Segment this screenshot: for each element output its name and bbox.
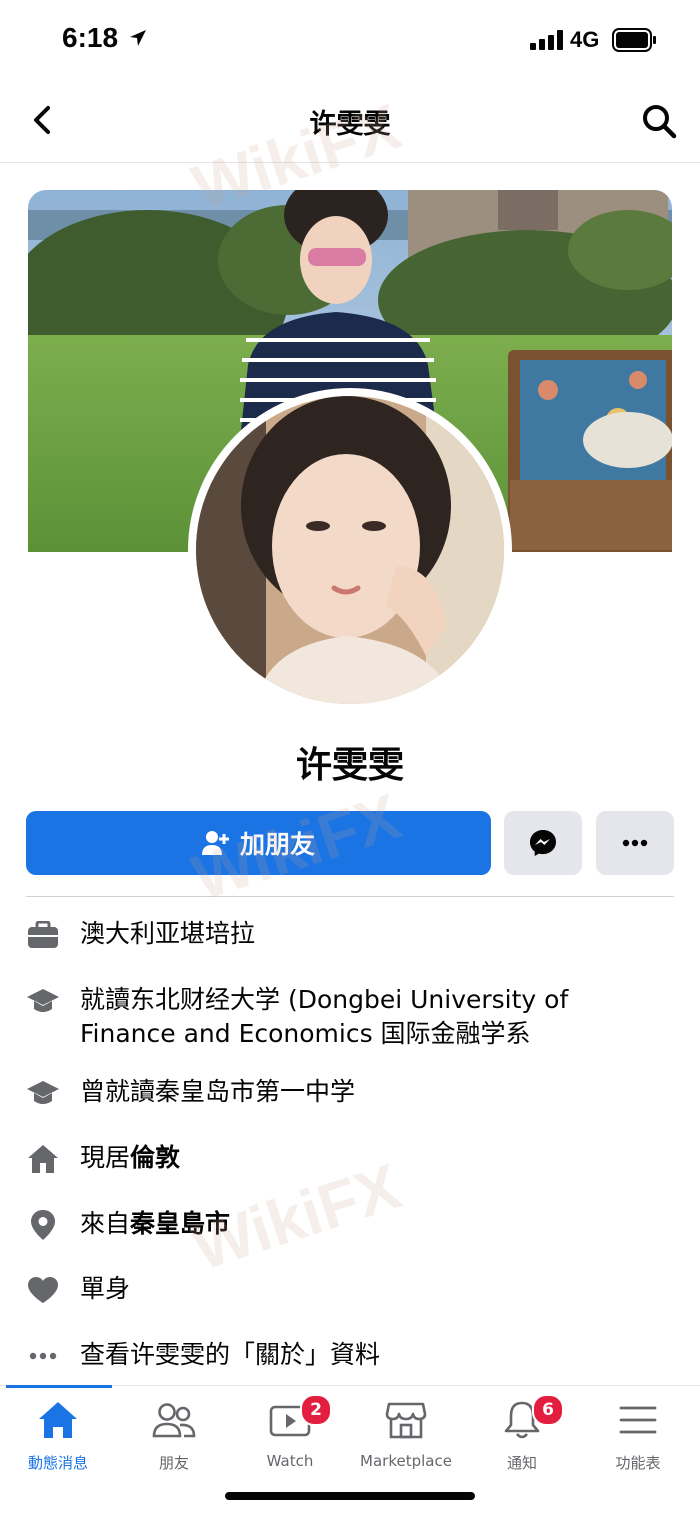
info-text: 來自秦皇島市 (80, 1209, 231, 1238)
graduation-cap-icon (26, 1076, 60, 1110)
info-row-current-city[interactable]: 現居倫敦 (26, 1141, 666, 1176)
info-text: 曾就讀秦皇岛市第一中学 (80, 1077, 356, 1106)
friends-icon (152, 1403, 196, 1438)
profile-avatar[interactable] (188, 388, 512, 712)
messenger-icon (530, 830, 556, 856)
tab-marketplace[interactable]: Marketplace (348, 1398, 464, 1470)
ellipsis-icon (622, 839, 648, 847)
info-text: 單身 (80, 1274, 131, 1303)
info-row-highschool[interactable]: 曾就讀秦皇岛市第一中学 (26, 1075, 666, 1110)
info-text: 查看许雯雯的「關於」資料 (80, 1340, 381, 1369)
info-row-hometown[interactable]: 來自秦皇島市 (26, 1207, 666, 1242)
network-type: 4G (570, 27, 600, 52)
tab-label: 通知 (506, 1454, 537, 1472)
battery-icon (612, 28, 656, 52)
profile-name: 许雯雯 (295, 745, 404, 786)
home-icon (26, 1142, 60, 1176)
tab-watch[interactable]: 2 Watch (232, 1394, 348, 1470)
heart-icon (26, 1273, 60, 1307)
marketplace-icon (385, 1402, 427, 1439)
menu-icon (619, 1406, 657, 1434)
notification-badge: 6 (532, 1394, 564, 1426)
info-text: 就讀东北财经大学 (Dongbei University of Finance … (80, 985, 569, 1048)
page-title: 许雯雯 (309, 109, 391, 140)
signal-icon (530, 30, 563, 50)
more-options-button[interactable] (596, 811, 674, 875)
tab-menu[interactable]: 功能表 (580, 1398, 696, 1473)
home-tab-icon (39, 1402, 77, 1438)
tab-label: 功能表 (615, 1454, 661, 1472)
tab-friends[interactable]: 朋友 (116, 1398, 232, 1473)
divider (26, 896, 674, 897)
tab-label: Watch (266, 1452, 314, 1470)
info-text: 現居倫敦 (80, 1143, 181, 1172)
status-bar: 6:18 4G (0, 0, 700, 80)
navigation-bar: 许雯雯 (0, 80, 700, 163)
info-text: 澳大利亚堪培拉 (80, 919, 256, 948)
info-row-workplace[interactable]: 澳大利亚堪培拉 (26, 917, 666, 952)
messenger-button[interactable] (504, 811, 582, 875)
add-friend-button[interactable]: 加朋友 (26, 811, 491, 875)
tab-label: Marketplace (360, 1452, 452, 1470)
tab-label: 動態消息 (27, 1454, 88, 1472)
tab-news-feed[interactable]: 動態消息 (0, 1398, 116, 1473)
search-icon[interactable] (640, 102, 678, 140)
info-row-relationship[interactable]: 單身 (26, 1272, 666, 1307)
info-row-education[interactable]: 就讀东北财经大学 (Dongbei University of Finance … (26, 983, 666, 1051)
notification-badge: 2 (300, 1394, 332, 1426)
add-friend-label: 加朋友 (239, 830, 315, 859)
add-person-icon (201, 831, 229, 855)
active-tab-indicator (6, 1385, 112, 1388)
tab-label: 朋友 (158, 1454, 189, 1472)
location-arrow-icon (130, 30, 146, 46)
briefcase-icon (26, 918, 60, 952)
home-indicator (225, 1492, 475, 1500)
more-dots-icon (26, 1339, 60, 1373)
location-pin-icon (26, 1208, 60, 1242)
status-time: 6:18 (62, 22, 119, 53)
info-row-see-about[interactable]: 查看许雯雯的「關於」資料 (26, 1338, 666, 1373)
graduation-cap-icon (26, 984, 60, 1018)
tab-notifications[interactable]: 6 通知 (464, 1394, 580, 1473)
